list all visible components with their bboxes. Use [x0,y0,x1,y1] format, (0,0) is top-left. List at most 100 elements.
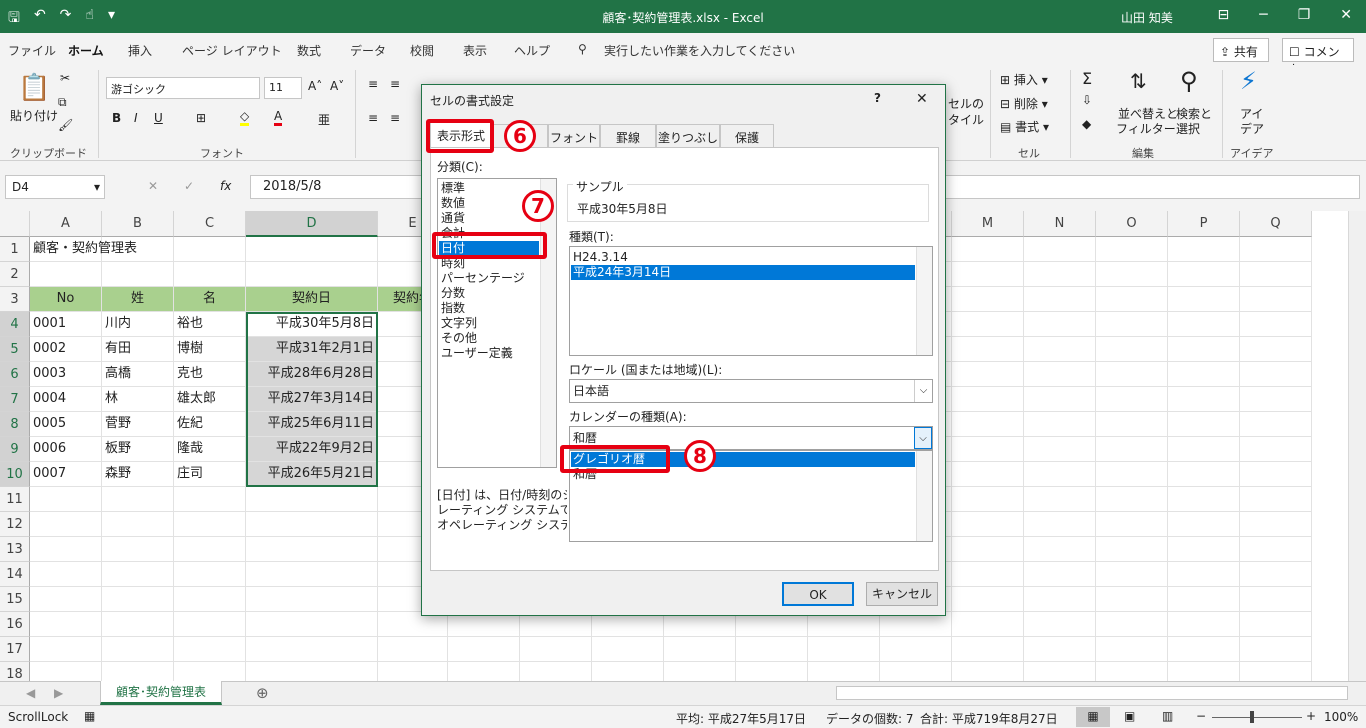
cell[interactable] [1096,462,1168,487]
column-header[interactable]: C [174,211,246,237]
cell[interactable] [174,512,246,537]
cell[interactable] [174,562,246,587]
cell[interactable] [30,637,102,662]
cell[interactable] [102,637,174,662]
cell[interactable] [1240,287,1312,312]
cell[interactable] [1240,312,1312,337]
type-item[interactable]: H24.3.14 [573,250,628,265]
cut-icon[interactable]: ✂ [60,71,70,85]
format-painter-icon[interactable]: 🖌 [58,118,73,132]
cell[interactable] [246,262,378,287]
cell[interactable] [1024,387,1096,412]
category-item[interactable]: ユーザー定義 [441,346,513,361]
cell[interactable] [1024,337,1096,362]
font-size-combo[interactable]: 11 [264,77,302,99]
category-item[interactable]: その他 [441,331,477,346]
data-cell[interactable]: 林 [102,387,174,412]
category-scrollbar[interactable] [540,179,556,467]
increase-font-icon[interactable]: A˄ [308,79,322,93]
cell[interactable] [520,637,592,662]
data-cell[interactable]: 高橋 [102,362,174,387]
cell[interactable] [952,237,1024,262]
tab-data[interactable]: データ [350,42,386,59]
cell[interactable] [1168,562,1240,587]
cell[interactable] [808,662,880,681]
cell[interactable] [1168,437,1240,462]
cell[interactable] [1240,612,1312,637]
cell[interactable] [952,312,1024,337]
tab-file[interactable]: ファイル [8,42,56,59]
close-window-icon[interactable]: ✕ [1340,7,1352,23]
cell[interactable] [1168,387,1240,412]
select-all-corner[interactable] [0,211,30,237]
cell[interactable] [1096,562,1168,587]
cell-styles-label-2[interactable]: タイル [948,111,984,128]
cell[interactable] [736,662,808,681]
cell[interactable] [1168,537,1240,562]
data-cell[interactable]: 0002 [30,337,102,362]
cell[interactable] [1024,537,1096,562]
cell[interactable] [1024,362,1096,387]
cell[interactable] [1168,462,1240,487]
cell[interactable] [952,612,1024,637]
data-cell[interactable]: 平成31年2月1日 [246,337,378,362]
tab-view[interactable]: 表示 [463,42,487,59]
fill-color-icon[interactable]: ◇ [240,109,250,126]
cell[interactable] [246,487,378,512]
cell[interactable] [952,337,1024,362]
cell[interactable] [952,437,1024,462]
row-header[interactable]: 9 [0,437,30,462]
italic-icon[interactable]: I [134,111,138,125]
font-name-combo[interactable]: 游ゴシック [106,77,260,99]
row-header[interactable]: 17 [0,637,30,662]
cell[interactable] [952,487,1024,512]
dialog-tab-font[interactable]: フォント [548,124,600,148]
cell[interactable] [880,662,952,681]
cell[interactable] [592,662,664,681]
share-button[interactable]: ⇪ 共有 [1213,38,1269,62]
cell[interactable] [1240,562,1312,587]
chevron-down-icon[interactable]: ⌵ [914,427,932,449]
comment-button[interactable]: ☐ コメント [1282,38,1354,76]
cell[interactable] [1024,637,1096,662]
category-item[interactable]: 標準 [441,181,465,196]
cell[interactable] [102,537,174,562]
cell[interactable] [246,587,378,612]
cell[interactable] [952,662,1024,681]
cell[interactable] [30,512,102,537]
align-center-icon[interactable]: ≡ [390,111,400,125]
data-cell[interactable]: 博樹 [174,337,246,362]
cell[interactable] [664,662,736,681]
dialog-tab-protection[interactable]: 保護 [720,124,774,148]
row-header[interactable]: 11 [0,487,30,512]
cell[interactable] [1240,387,1312,412]
normal-view-icon[interactable]: ▦ [1076,707,1110,727]
data-cell[interactable]: 平成30年5月8日 [246,312,378,337]
underline-icon[interactable]: U [154,111,163,125]
cell[interactable] [174,537,246,562]
cell[interactable] [1096,387,1168,412]
cell[interactable] [1240,437,1312,462]
cell[interactable] [30,612,102,637]
cell[interactable] [952,512,1024,537]
align-middle-icon[interactable]: ≡ [390,77,400,91]
cell[interactable] [1096,337,1168,362]
find-select-label-2[interactable]: 選択 [1176,120,1200,137]
paste-icon[interactable]: 📋 [18,73,50,103]
cell[interactable] [664,637,736,662]
row-header[interactable]: 18 [0,662,30,681]
ideas-label-2[interactable]: デア [1240,120,1264,137]
cell[interactable] [1168,362,1240,387]
cell[interactable] [1024,262,1096,287]
cell[interactable] [1096,587,1168,612]
cell[interactable] [1096,237,1168,262]
cell[interactable] [1024,587,1096,612]
data-cell[interactable]: 0003 [30,362,102,387]
cell[interactable] [952,412,1024,437]
cell[interactable] [1240,587,1312,612]
category-item[interactable]: パーセンテージ [441,271,525,286]
cell[interactable] [246,237,378,262]
cell[interactable] [102,612,174,637]
zoom-slider[interactable] [1212,717,1302,718]
cell[interactable] [1096,612,1168,637]
